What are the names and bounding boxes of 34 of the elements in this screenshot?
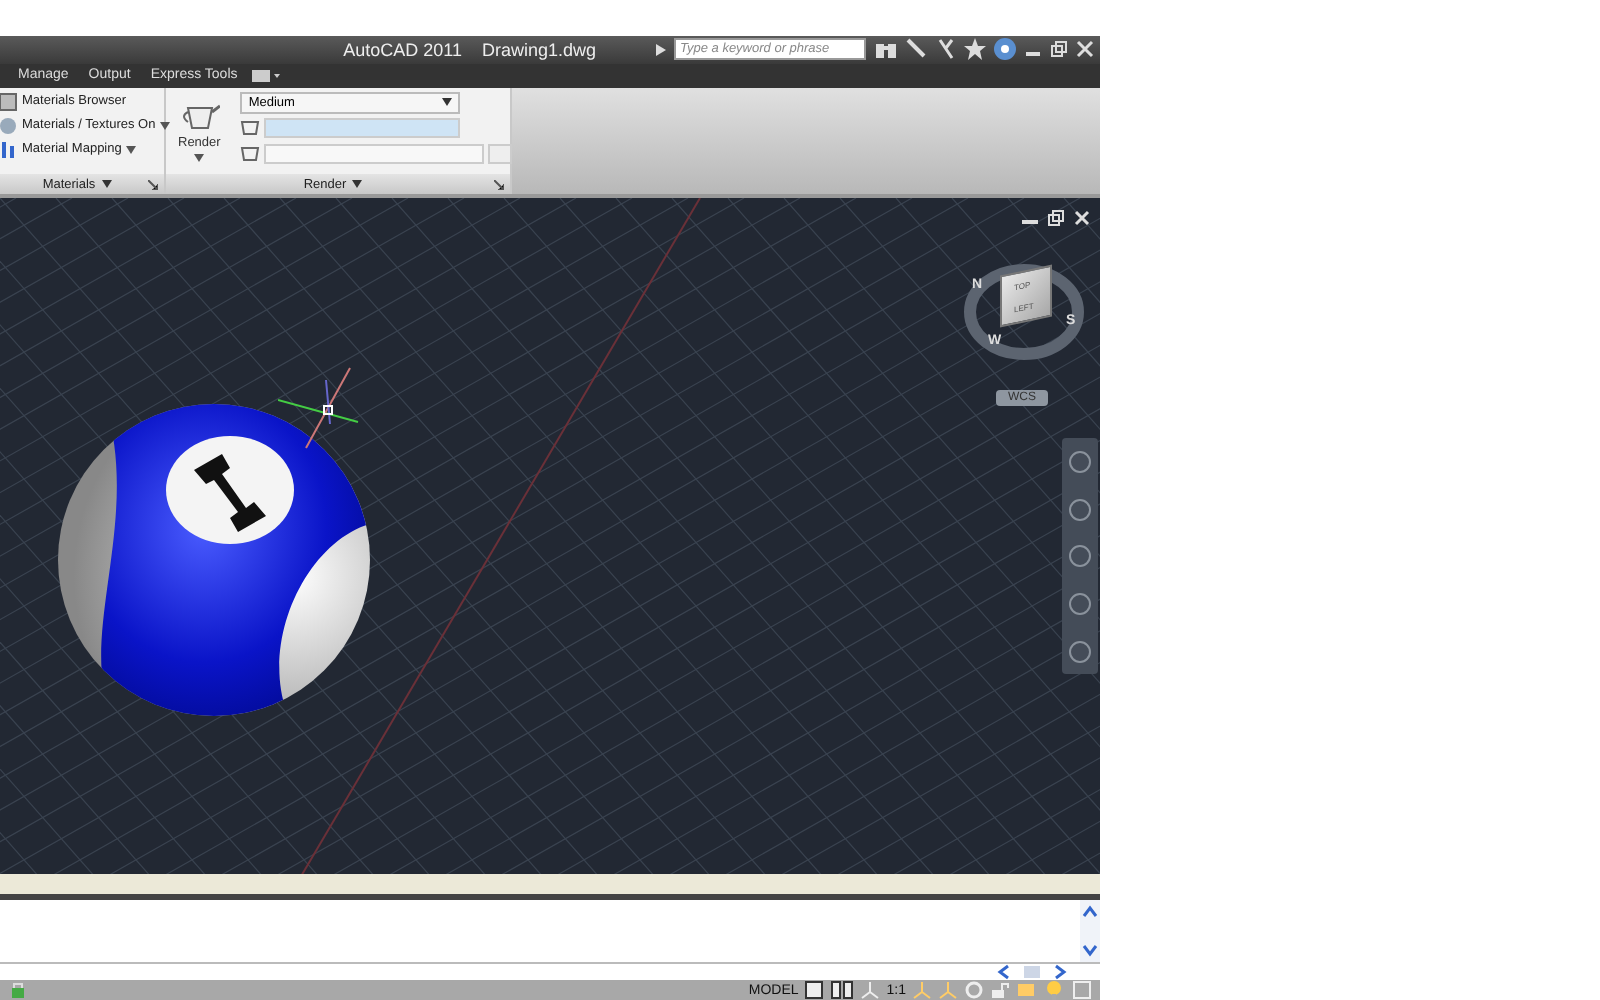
binoculars-icon[interactable] bbox=[874, 39, 898, 60]
close-icon[interactable] bbox=[1074, 210, 1090, 227]
caret-icon[interactable] bbox=[101, 180, 112, 189]
output-field[interactable] bbox=[264, 143, 485, 164]
caret-icon[interactable] bbox=[159, 121, 170, 130]
scroll-right-icon[interactable] bbox=[1052, 964, 1068, 981]
caret-icon[interactable] bbox=[125, 145, 136, 154]
teapot-icon[interactable] bbox=[240, 144, 261, 163]
restore-icon[interactable] bbox=[1048, 210, 1064, 227]
environment-field[interactable] bbox=[264, 117, 461, 138]
launcher-icon[interactable] bbox=[148, 179, 158, 190]
layout-icon[interactable] bbox=[804, 980, 825, 1000]
teapot-icon[interactable] bbox=[179, 99, 220, 132]
caret-icon[interactable] bbox=[656, 43, 666, 56]
app-title: AutoCAD 2011 bbox=[343, 39, 462, 60]
close-icon[interactable] bbox=[1076, 40, 1094, 59]
compass-ring-drawing bbox=[964, 262, 1084, 363]
scroll-left-icon[interactable] bbox=[996, 964, 1012, 981]
file-title: Drawing1.dwg bbox=[481, 39, 596, 60]
teapot-icon[interactable] bbox=[240, 118, 261, 137]
caret-icon[interactable] bbox=[352, 180, 363, 189]
restore-icon[interactable] bbox=[1050, 40, 1068, 59]
caret-icon[interactable] bbox=[194, 153, 205, 162]
material-icon[interactable] bbox=[0, 91, 18, 112]
star-icon[interactable] bbox=[964, 38, 986, 61]
viewports-icon[interactable] bbox=[830, 980, 855, 1000]
scroll-thumb-icon[interactable] bbox=[1024, 964, 1040, 981]
help-icon[interactable] bbox=[994, 38, 1016, 61]
camera-icon[interactable] bbox=[247, 67, 280, 84]
scroll-down-icon[interactable] bbox=[1082, 942, 1098, 959]
material-icon[interactable] bbox=[0, 139, 18, 160]
launcher-icon[interactable] bbox=[494, 179, 504, 190]
caret-icon[interactable] bbox=[442, 98, 453, 107]
scroll-up-icon[interactable] bbox=[1082, 904, 1098, 921]
